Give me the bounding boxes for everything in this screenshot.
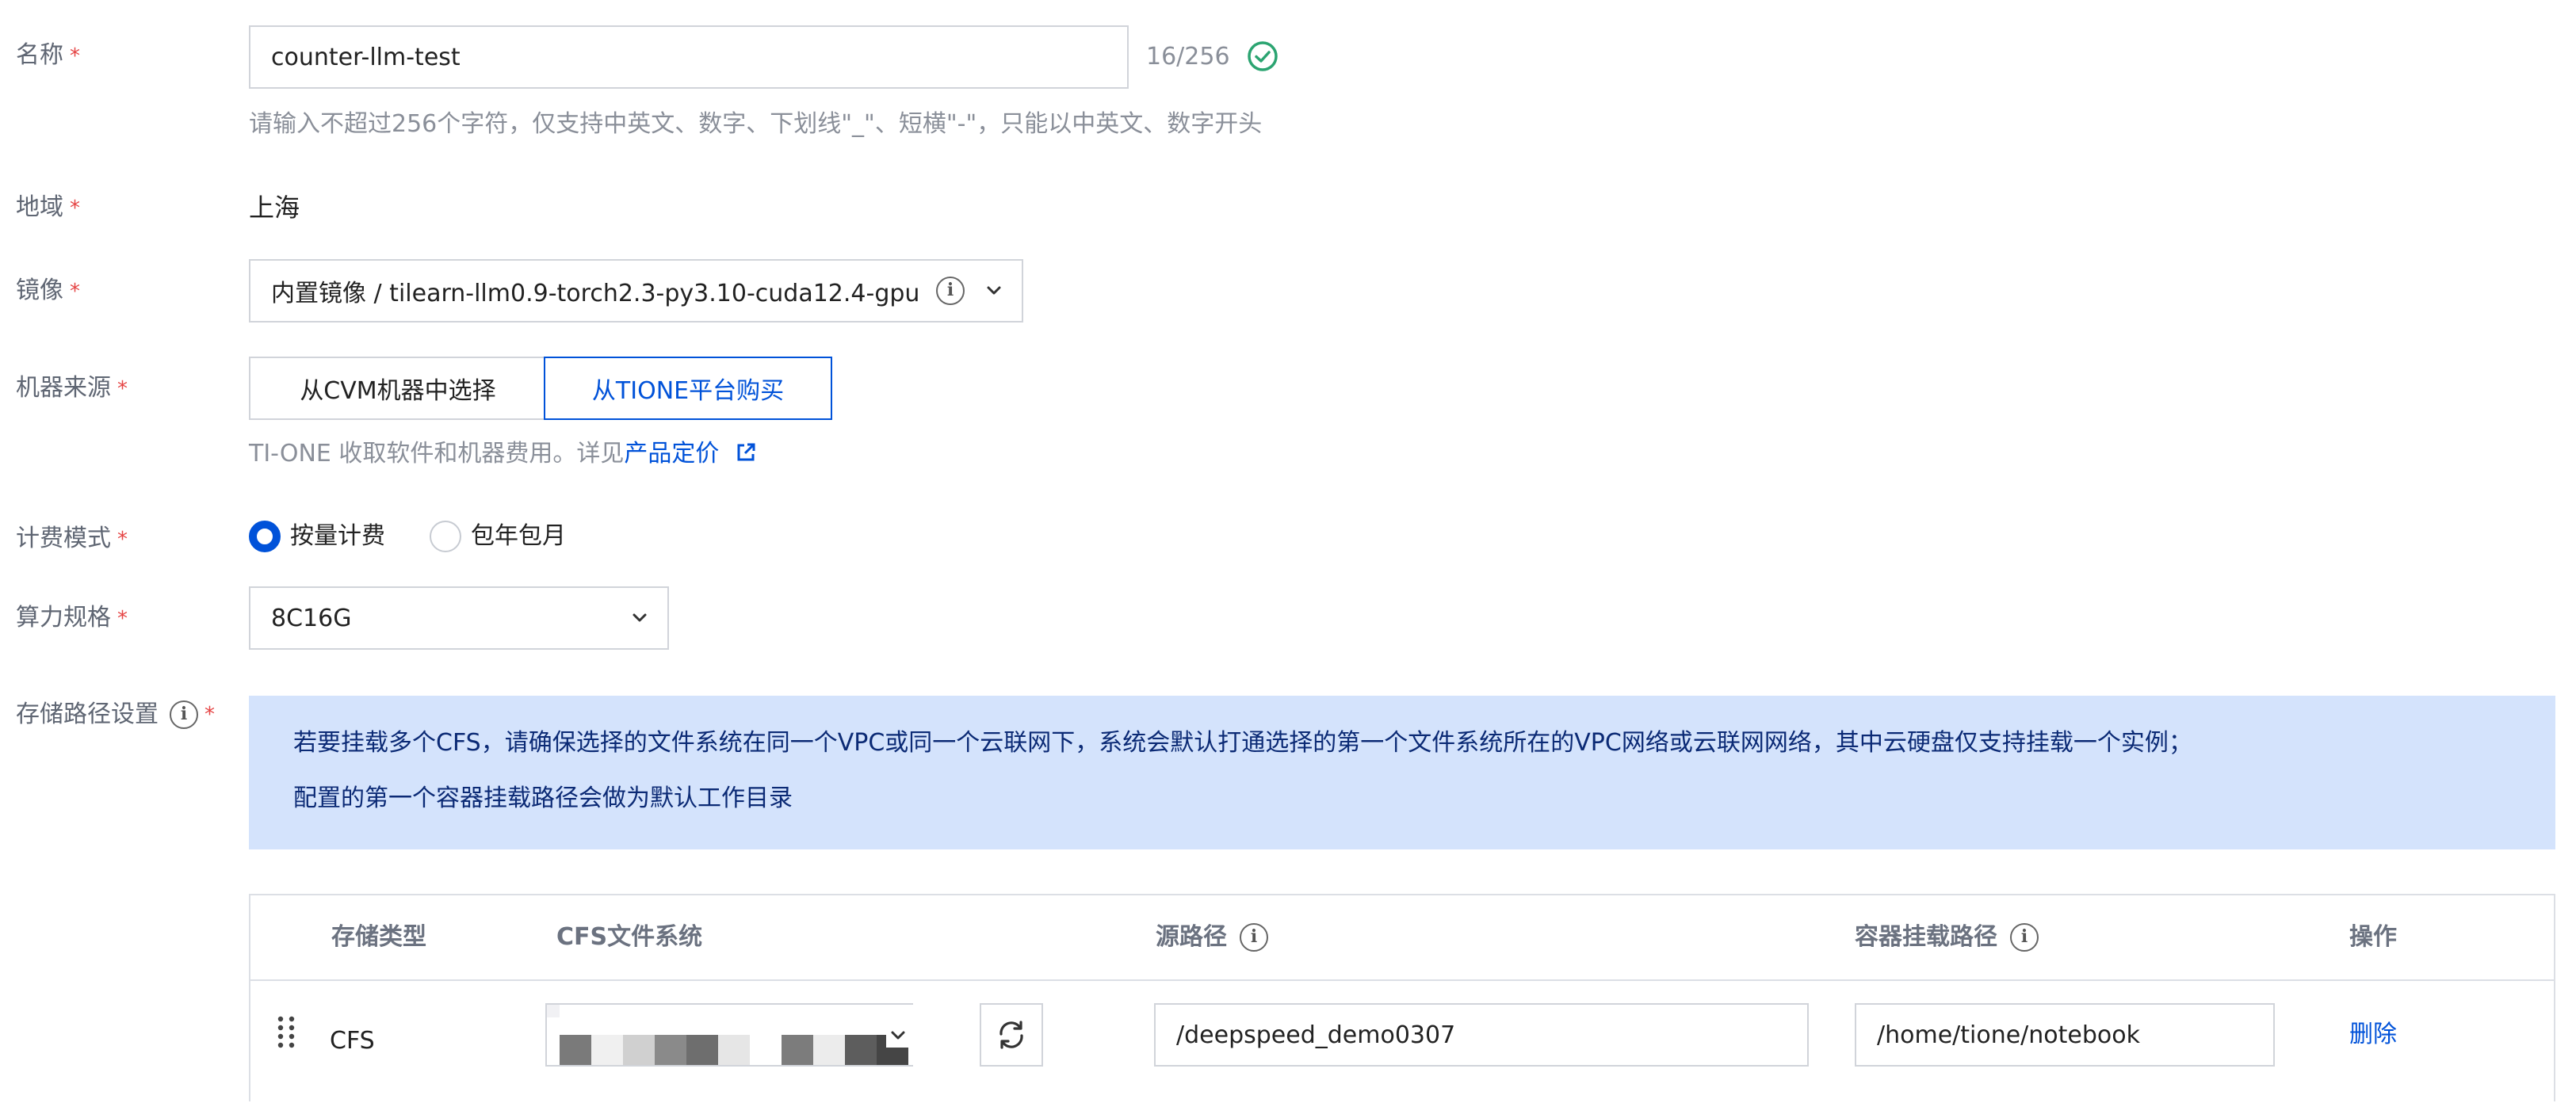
chevron-down-icon <box>628 606 652 630</box>
external-link-icon[interactable] <box>735 441 757 472</box>
billing-option-label: 包年包月 <box>471 522 566 550</box>
billing-radio-subscription[interactable] <box>430 521 461 552</box>
cfs-filesystem-select[interactable] <box>545 1003 913 1067</box>
image-label: 镜像 * <box>16 277 80 304</box>
required-mark: * <box>70 280 80 303</box>
check-circle-icon <box>1246 40 1279 73</box>
storage-type-cell: CFS <box>330 1027 375 1055</box>
info-icon[interactable]: i <box>936 277 965 305</box>
column-header-action: 操作 <box>2349 923 2397 951</box>
spec-select[interactable]: 8C16G <box>249 586 669 650</box>
required-mark: * <box>117 528 128 552</box>
column-header-source-path: 源路径 i <box>1156 922 1268 953</box>
storage-table: 存储类型 CFS文件系统 源路径 i 容器挂载路径 i 操作 CFS /deep… <box>249 894 2555 1101</box>
info-icon[interactable]: i <box>170 700 198 729</box>
storage-table-header: 存储类型 CFS文件系统 源路径 i 容器挂载路径 i 操作 <box>250 895 2554 981</box>
name-label: 名称 * <box>16 41 80 69</box>
machine-source-label: 机器来源 * <box>16 374 128 402</box>
refresh-button[interactable] <box>980 1003 1043 1067</box>
storage-notice: 若要挂载多个CFS，请确保选择的文件系统在同一个VPC或同一个云联网下，系统会默… <box>249 696 2555 849</box>
required-mark: * <box>70 197 80 220</box>
column-header-mount-path: 容器挂载路径 i <box>1855 922 2039 953</box>
billing-label: 计费模式 * <box>16 525 128 552</box>
machine-source-hint: TI-ONE 收取软件和机器费用。详见产品定价 <box>249 438 757 472</box>
image-select[interactable]: 内置镜像 / tilearn-llm0.9-torch2.3-py3.10-cu… <box>249 259 1023 323</box>
required-mark: * <box>117 377 128 401</box>
spec-label: 算力规格 * <box>16 604 128 632</box>
table-row: CFS /deepspeed_demo0307 /home/tione/note… <box>250 981 2554 1103</box>
mount-path-input[interactable]: /home/tione/notebook <box>1855 1003 2275 1067</box>
name-input[interactable]: counter-llm-test <box>249 25 1129 89</box>
info-icon[interactable]: i <box>1240 923 1268 952</box>
required-mark: * <box>117 607 128 631</box>
image-select-value: 内置镜像 / tilearn-llm0.9-torch2.3-py3.10-cu… <box>271 280 920 307</box>
pricing-link[interactable]: 产品定价 <box>624 440 719 468</box>
chevron-down-icon <box>886 1024 910 1048</box>
delete-link[interactable]: 删除 <box>2349 1019 2397 1051</box>
info-icon[interactable]: i <box>2010 923 2039 952</box>
billing-radio-pay-as-you-go[interactable] <box>249 521 281 552</box>
refresh-icon <box>995 1018 1028 1051</box>
source-path-input[interactable]: /deepspeed_demo0307 <box>1154 1003 1809 1067</box>
column-header-storage-type: 存储类型 <box>331 923 426 951</box>
chevron-down-icon <box>982 279 1006 303</box>
storage-label: 存储路径设置 i * <box>16 699 215 731</box>
machine-source-option-cvm[interactable]: 从CVM机器中选择 <box>249 357 545 420</box>
required-mark: * <box>204 703 215 727</box>
required-mark: * <box>70 44 80 68</box>
region-label: 地域 * <box>16 193 80 221</box>
machine-source-option-tione[interactable]: 从TIONE平台购买 <box>544 357 832 420</box>
region-value: 上海 <box>249 193 300 223</box>
name-char-counter: 16/256 <box>1146 43 1230 71</box>
billing-option-label: 按量计费 <box>290 522 385 550</box>
storage-notice-line: 配置的第一个容器挂载路径会做为默认工作目录 <box>293 784 793 812</box>
drag-handle-icon[interactable] <box>276 1014 296 1049</box>
column-header-cfs-filesystem: CFS文件系统 <box>556 923 703 951</box>
storage-notice-line: 若要挂载多个CFS，请确保选择的文件系统在同一个VPC或同一个云联网下，系统会默… <box>293 729 2192 757</box>
name-hint: 请输入不超过256个字符，仅支持中英文、数字、下划线"_"、短横"-"，只能以中… <box>249 110 1263 138</box>
